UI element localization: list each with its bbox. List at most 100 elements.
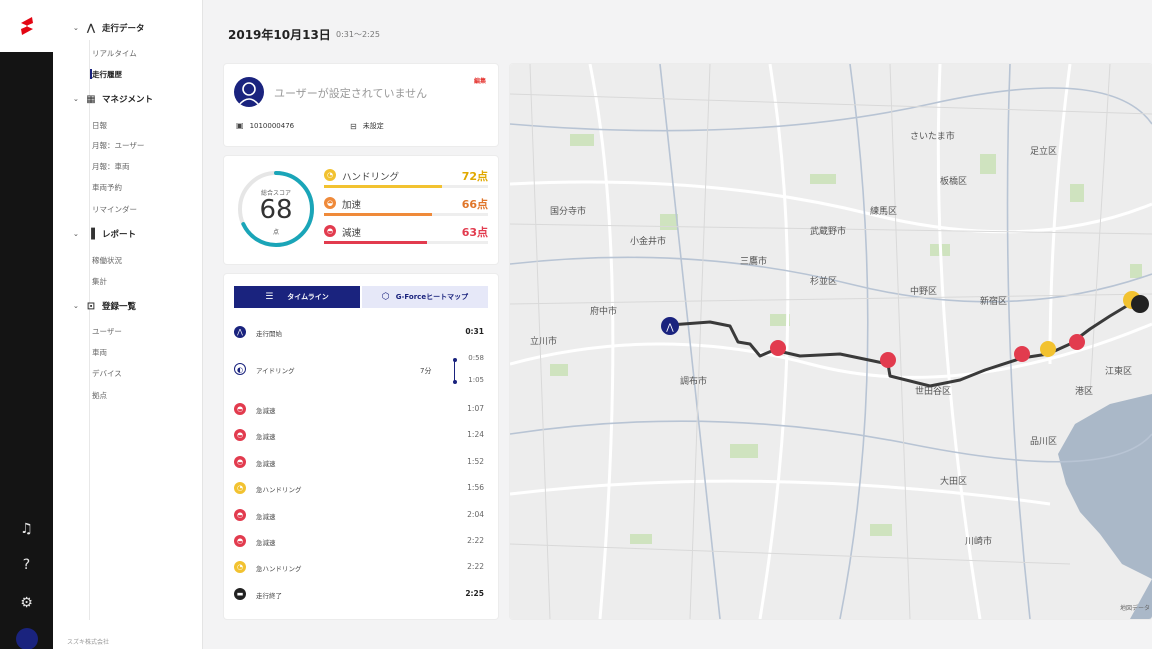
idling-start-dot — [453, 358, 457, 362]
metric-name: 減速 — [342, 228, 362, 239]
map-place-label: 国分寺市 — [550, 205, 586, 217]
suzuki-logo-icon — [20, 17, 33, 35]
metric-bar-fill — [324, 185, 443, 188]
menu-item-monthly-user[interactable]: 月報：ユーザー — [92, 140, 144, 151]
deceleration-icon: ◓ — [234, 508, 246, 521]
map-place-label: 中野区 — [910, 285, 937, 297]
menu-item-status[interactable]: 稼働状況 — [92, 255, 122, 266]
map-place-label: さいたま市 — [910, 130, 955, 142]
bell-icon[interactable]: ♫ — [0, 514, 53, 544]
metric-value: 63点 — [461, 226, 488, 239]
timeline-idling[interactable]: ◐ アイドリング — [234, 362, 488, 378]
event-time: 1:24 — [467, 430, 484, 440]
score-value: 68 — [259, 195, 293, 225]
event-time: 2:04 — [467, 509, 484, 519]
menu-item-users[interactable]: ユーザー — [92, 326, 122, 337]
route-map[interactable]: ⋀ さいたま市 世田谷区 川崎市 新宿区 中野区 杉並区 練馬区 港区 品川区 大田区 府中市 調布市… — [510, 64, 1152, 619]
suzuki-logo[interactable] — [0, 0, 53, 52]
list-icon: ☰ — [265, 292, 274, 302]
user-name: ユーザーが設定されていません — [274, 87, 428, 100]
map-place-label: 大田区 — [940, 475, 967, 487]
score-card: 総合スコア 68 点 ◔ ハンドリング 72点 ◒ 加速 66点 ◓ 減速 63… — [224, 156, 498, 264]
metric-bar — [324, 241, 488, 244]
event-time: 2:25 — [465, 589, 484, 598]
map-place-label: 足立区 — [1030, 145, 1057, 157]
timeline-start[interactable]: ⋀ 走行開始 0:31 — [234, 325, 488, 341]
menu-section-registry[interactable]: ⌄ ⊡ 登録一覧 — [73, 300, 137, 313]
timeline-event[interactable]: ◓ 急減速 2:22 — [234, 534, 488, 550]
event-time: 0:31 — [465, 327, 484, 336]
event-label: アイドリング — [256, 367, 295, 375]
chevron-down-icon: ⌄ — [73, 95, 79, 103]
score-unit: 点 — [272, 229, 279, 236]
device-icon: ▣ — [236, 121, 244, 130]
metric-deceleration: ◓ 減速 63点 — [324, 224, 488, 246]
map-place-label: 調布市 — [680, 375, 707, 387]
event-label: 急ハンドリング — [256, 565, 302, 574]
map-place-label: 板橋区 — [940, 175, 967, 187]
menu-item-reservation[interactable]: 車両予約 — [92, 182, 122, 193]
user-card: ユーザーが設定されていません 編集 ▣ 1010000476 ⊟ 未設定 — [224, 64, 498, 146]
deceleration-icon: ◓ — [234, 403, 246, 415]
menu-section-report[interactable]: ⌄ ▐ レポート — [73, 228, 136, 241]
timeline-event[interactable]: ◔ 急ハンドリング 1:56 — [234, 481, 488, 497]
menu-item-devices[interactable]: デバイス — [92, 368, 122, 379]
map-place-label: 武蔵野市 — [810, 225, 846, 237]
map-canvas[interactable]: ⋀ さいたま市世田谷区川崎市 新宿区 中野区 杉並区 練馬区港区品川区大田区 府中市調布市… — [510, 64, 1152, 619]
event-label: 急減速 — [256, 459, 276, 468]
menu-item-vehicles[interactable]: 車両 — [92, 347, 107, 358]
help-icon[interactable]: ? — [0, 550, 53, 580]
timeline-event[interactable]: ◓ 急減速 1:07 — [234, 402, 488, 418]
tab-label: タイムライン — [287, 293, 329, 301]
metric-handling: ◔ ハンドリング 72点 — [324, 168, 488, 190]
menu-item-monthly-vehicle[interactable]: 月報：車両 — [92, 161, 130, 172]
menu-item-sites[interactable]: 拠点 — [92, 390, 107, 401]
timeline-event[interactable]: ◓ 急減速 1:24 — [234, 428, 488, 444]
vehicle-info: ⊟ 未設定 — [350, 121, 384, 131]
timeline-end[interactable]: ▬ 走行終了 2:25 — [234, 587, 488, 603]
menu-item-history[interactable]: 走行履歴 — [92, 69, 122, 80]
idling-icon: ◐ — [234, 363, 246, 375]
map-place-label: 三鷹市 — [740, 255, 767, 267]
menu-item-summary[interactable]: 集計 — [92, 276, 107, 287]
svg-text:⋀: ⋀ — [665, 323, 674, 333]
idling-to: 1:05 — [468, 376, 484, 384]
tab-timeline[interactable]: ☰ タイムライン — [234, 286, 360, 308]
metric-bar — [324, 213, 488, 216]
account-avatar[interactable] — [16, 628, 38, 649]
route-end-marker[interactable] — [1131, 295, 1149, 313]
idling-from: 0:58 — [468, 354, 484, 362]
event-label: 急減速 — [256, 539, 276, 547]
event-label: 急減速 — [256, 512, 276, 521]
timeline-event[interactable]: ◔ 急ハンドリング 2:22 — [234, 560, 488, 576]
menu-section-driving-data[interactable]: ⌄ ⋀ 走行データ — [73, 22, 145, 35]
vehicle-value: 未設定 — [362, 122, 384, 130]
metric-acceleration: ◒ 加速 66点 — [324, 196, 488, 218]
briefcase-icon: ⊡ — [86, 300, 96, 312]
map-place-label: 杉並区 — [810, 275, 837, 287]
map-place-label: 小金井市 — [630, 235, 666, 247]
acceleration-icon: ◒ — [324, 197, 336, 209]
side-menu: ⌄ ⋀ 走行データ リアルタイム 走行履歴 ⌄ ▦ マネジメント 日報 月報：ユ… — [53, 0, 203, 649]
menu-item-realtime[interactable]: リアルタイム — [92, 48, 137, 59]
chevron-down-icon: ⌄ — [73, 302, 79, 310]
timeline-event[interactable]: ◓ 急減速 2:04 — [234, 508, 488, 524]
event-label: 走行終了 — [256, 592, 282, 600]
device-id-value: 1010000476 — [249, 121, 295, 130]
settings-icon[interactable]: ⚙ — [0, 588, 53, 618]
company-name: スズキ株式会社 — [67, 639, 110, 646]
menu-section-management[interactable]: ⌄ ▦ マネジメント — [73, 93, 153, 106]
timeline-event[interactable]: ◓ 急減速 1:52 — [234, 455, 488, 471]
tab-gforce-heatmap[interactable]: ⬡ G-Forceヒートマップ — [362, 286, 488, 308]
map-place-label: 練馬区 — [870, 205, 897, 217]
menu-item-daily[interactable]: 日報 — [92, 120, 107, 131]
menu-item-reminder[interactable]: リマインダー — [92, 204, 137, 215]
device-id: ▣ 1010000476 — [236, 121, 294, 130]
metric-value: 72点 — [461, 170, 488, 183]
handling-icon: ◔ — [234, 482, 246, 495]
handling-marker[interactable] — [1040, 341, 1056, 357]
menu-section-label: 登録一覧 — [102, 302, 137, 312]
metric-bar-fill — [324, 241, 428, 244]
edit-link[interactable]: 編集 — [474, 76, 486, 85]
event-time: 1:56 — [467, 483, 484, 493]
